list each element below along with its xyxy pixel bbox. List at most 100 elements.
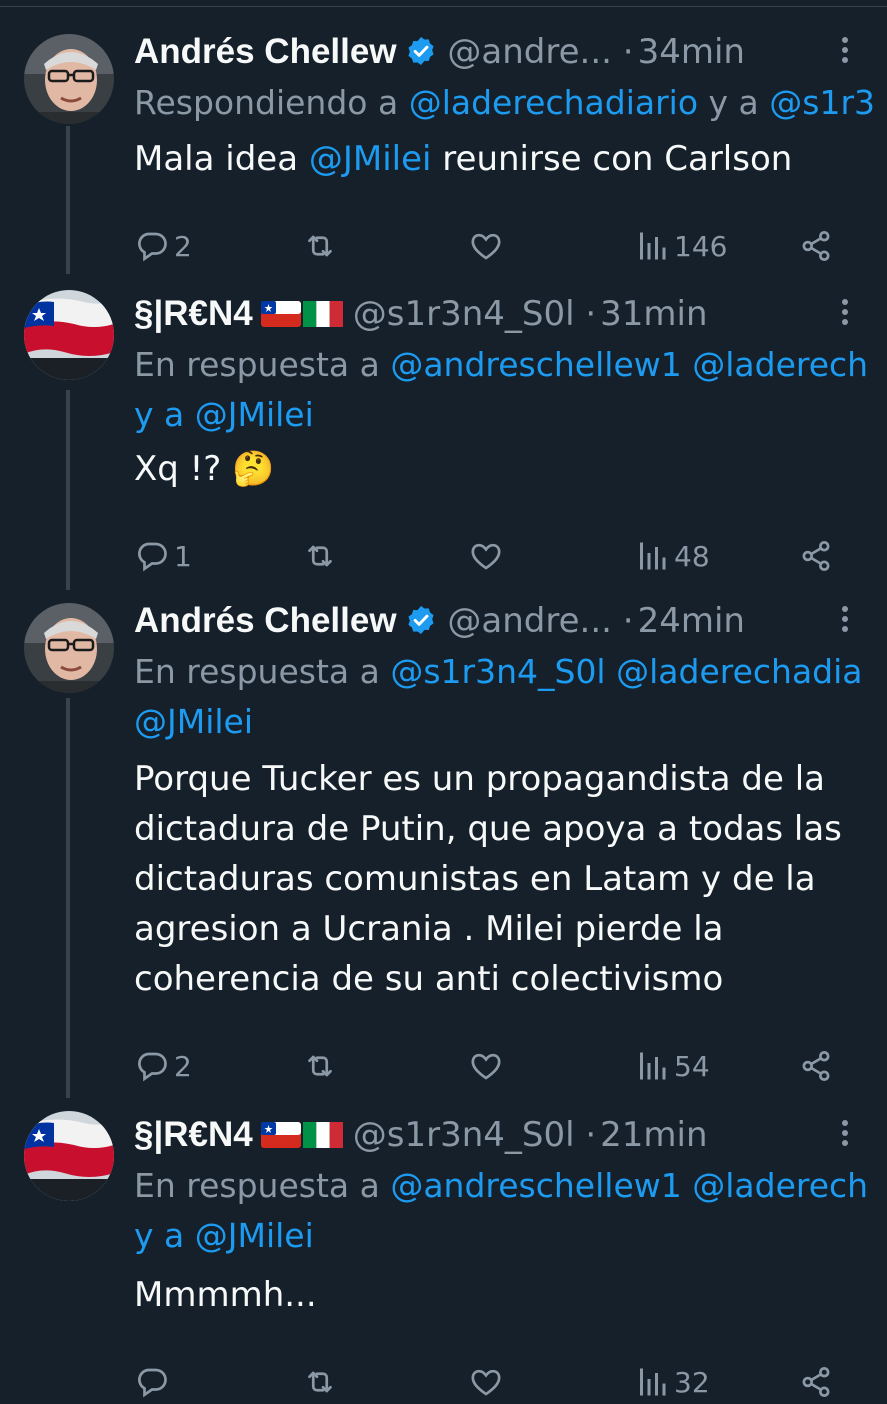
mention-link[interactable]: @s1r3 — [769, 83, 875, 122]
reply-button[interactable]: 2 — [134, 1044, 192, 1088]
author-name[interactable]: Andrés Chellew — [134, 601, 397, 640]
like-button[interactable] — [468, 1360, 504, 1404]
mention-link[interactable]: @laderech — [692, 1166, 868, 1205]
views-button[interactable]: 48 — [634, 534, 710, 578]
retweet-icon — [302, 1364, 338, 1400]
retweet-button[interactable] — [302, 1044, 338, 1088]
mention-link[interactable]: @andreschellew1 — [390, 345, 681, 384]
more-icon[interactable] — [837, 603, 853, 639]
author-handle[interactable]: @andre... — [447, 601, 612, 641]
separator-dot: · — [622, 32, 634, 72]
author-handle[interactable]: @andre... — [447, 32, 612, 72]
reply-icon — [134, 1364, 170, 1400]
retweet-button[interactable] — [302, 534, 338, 578]
mention-link[interactable]: @laderechadiario — [409, 83, 698, 122]
share-button[interactable] — [798, 1360, 834, 1404]
like-icon — [468, 1364, 504, 1400]
tweet-header: §|R€N4 @s1r3n4_S0l · 21min — [134, 1111, 708, 1159]
chile-flag-icon — [260, 296, 301, 336]
author-handle[interactable]: @s1r3n4_S0l — [353, 294, 575, 334]
mention-link[interactable]: y a — [134, 395, 195, 434]
reply-context: En respuesta a @s1r3n4_S0l @laderechadia — [134, 647, 863, 697]
like-button[interactable] — [468, 1044, 504, 1088]
reply-icon — [134, 228, 170, 264]
views-icon — [634, 1048, 670, 1084]
text-segment: Mala idea — [134, 139, 309, 179]
timestamp[interactable]: 24min — [638, 601, 745, 641]
mention-link[interactable]: @JMilei — [309, 139, 432, 179]
mention-link[interactable]: @laderechadia — [616, 652, 862, 691]
tweet-actions: 2 146 — [134, 224, 854, 268]
mention-link[interactable]: @laderech — [692, 345, 868, 384]
retweet-icon — [302, 1048, 338, 1084]
like-button[interactable] — [468, 224, 504, 268]
share-icon — [798, 1364, 834, 1400]
tweet-actions: 1 48 — [134, 534, 854, 578]
verified-badge-icon — [405, 32, 437, 80]
mention-link[interactable]: y a — [134, 1216, 195, 1255]
views-button[interactable]: 54 — [634, 1044, 710, 1088]
author-name[interactable]: §|R€N4 — [134, 1115, 253, 1154]
timestamp[interactable]: 21min — [600, 1115, 707, 1155]
tweet-text-line: coherencia de su anti colectivismo — [134, 954, 864, 1004]
tweet-text: Mala idea @JMilei reunirse con Carlson — [134, 134, 864, 184]
share-button[interactable] — [798, 224, 834, 268]
avatar[interactable] — [24, 34, 114, 124]
mention-link[interactable]: @JMilei — [195, 1216, 314, 1255]
text-segment: dictadura de Putin, que apoya a todas la… — [134, 809, 842, 849]
tweet-text-line: Porque Tucker es un propagandista de la — [134, 754, 864, 804]
tweet-text-line: Xq !? 🤔 — [134, 444, 864, 494]
chile-flag-icon — [260, 1117, 301, 1157]
author-name[interactable]: Andrés Chellew — [134, 32, 397, 71]
text-segment: Porque Tucker es un propagandista de la — [134, 759, 826, 799]
text-segment — [682, 345, 693, 384]
more-icon[interactable] — [837, 34, 853, 70]
reply-button[interactable]: 1 — [134, 534, 192, 578]
reply-prefix: En respuesta a — [134, 1166, 380, 1205]
retweet-button[interactable] — [302, 224, 338, 268]
tweet-actions: 32 — [134, 1360, 854, 1404]
text-segment: coherencia de su anti colectivismo — [134, 959, 724, 999]
more-icon[interactable] — [837, 1117, 853, 1153]
tweet-text-line: dictadura de Putin, que apoya a todas la… — [134, 804, 864, 854]
reply-context: y a @JMilei — [134, 390, 314, 440]
share-button[interactable] — [798, 534, 834, 578]
timestamp[interactable]: 34min — [638, 32, 745, 72]
like-button[interactable] — [468, 534, 504, 578]
author-name[interactable]: §|R€N4 — [134, 294, 253, 333]
reply-icon — [134, 538, 170, 574]
reply-prefix: En respuesta a — [134, 345, 380, 384]
views-icon — [634, 538, 670, 574]
text-segment: dictaduras comunistas en Latam y de la — [134, 859, 816, 899]
views-button[interactable]: 32 — [634, 1360, 710, 1404]
views-button[interactable]: 146 — [634, 224, 727, 268]
flag-emojis — [260, 1113, 345, 1161]
separator-dot: · — [585, 294, 597, 334]
mention-link[interactable]: @s1r3n4_S0l — [390, 652, 605, 691]
tweet-text-line: Mala idea @JMilei reunirse con Carlson — [134, 134, 864, 184]
share-button[interactable] — [798, 1044, 834, 1088]
author-handle[interactable]: @s1r3n4_S0l — [353, 1115, 575, 1155]
share-icon — [798, 1048, 834, 1084]
reply-button[interactable]: 2 — [134, 224, 192, 268]
more-icon[interactable] — [837, 296, 853, 332]
tweet-header: Andrés Chellew @andre... · 34min — [134, 28, 745, 76]
mention-link[interactable]: @andreschellew1 — [390, 1166, 681, 1205]
avatar[interactable] — [24, 603, 114, 693]
italy-flag-icon — [302, 296, 343, 336]
avatar[interactable] — [24, 290, 114, 380]
text-segment — [682, 1166, 693, 1205]
tweet-text-line: Mmmmh... — [134, 1270, 864, 1320]
timestamp[interactable]: 31min — [600, 294, 707, 334]
text-segment: y a — [698, 83, 770, 122]
separator-dot: · — [622, 601, 634, 641]
retweet-button[interactable] — [302, 1360, 338, 1404]
mention-link[interactable]: @JMilei — [134, 702, 253, 741]
reply-button[interactable] — [134, 1360, 170, 1404]
reply-context: En respuesta a @andreschellew1 @laderech — [134, 1161, 868, 1211]
avatar[interactable] — [24, 1111, 114, 1201]
text-segment: reunirse con Carlson — [431, 139, 793, 179]
views-icon — [634, 228, 670, 264]
mention-link[interactable]: @JMilei — [195, 395, 314, 434]
text-segment: Xq !? 🤔 — [134, 449, 275, 489]
